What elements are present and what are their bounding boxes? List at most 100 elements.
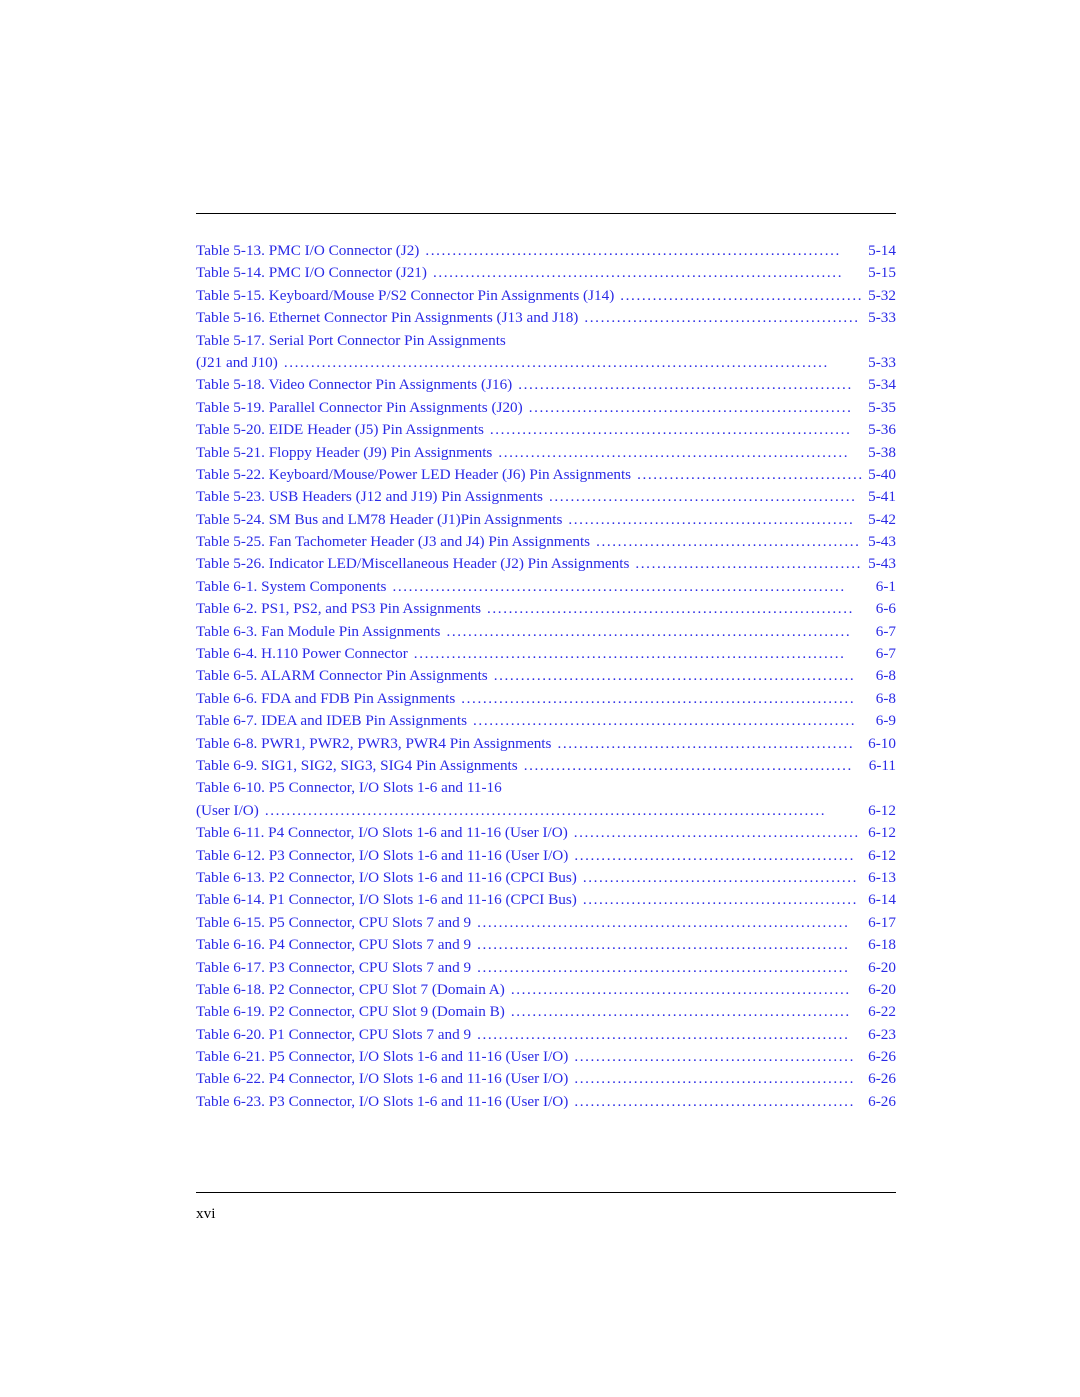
toc-leader-dots: ........................................… [635, 555, 863, 573]
toc-entry[interactable]: Table 6-9. SIG1, SIG2, SIG3, SIG4 Pin As… [196, 755, 896, 777]
toc-entry-label: Table 6-8. PWR1, PWR2, PWR3, PWR4 Pin As… [196, 734, 552, 752]
toc-entry-page-number: 6-18 [868, 936, 896, 954]
toc-leader-dots: ........................................… [574, 1048, 855, 1066]
toc-entry-label: Table 6-13. P2 Connector, I/O Slots 1-6 … [196, 868, 577, 886]
toc-entry-label: Table 5-21. Floppy Header (J9) Pin Assig… [196, 443, 493, 461]
toc-entry-page-number: 5-43 [868, 555, 896, 573]
toc-entry[interactable]: Table 6-10. P5 Connector, I/O Slots 1-6 … [196, 777, 896, 799]
toc-leader-dots: ........................................… [548, 488, 857, 506]
toc-entry-page-number: 6-9 [875, 712, 896, 730]
toc-entry-label: Table 6-2. PS1, PS2, and PS3 Pin Assignm… [196, 600, 482, 618]
toc-entry-label: Table 6-16. P4 Connector, CPU Slots 7 an… [196, 936, 472, 954]
toc-entry[interactable]: Table 5-23. USB Headers (J12 and J19) Pi… [196, 486, 896, 508]
toc-entry[interactable]: Table 5-19. Parallel Connector Pin Assig… [196, 397, 896, 419]
toc-entry[interactable]: Table 6-3. Fan Module Pin Assignments...… [196, 621, 896, 643]
toc-entry-label: Table 6-6. FDA and FDB Pin Assignments [196, 689, 456, 707]
toc-entry-page-number: 5-35 [868, 398, 896, 416]
toc-leader-dots: ........................................… [477, 958, 850, 976]
toc-leader-dots: ........................................… [584, 309, 860, 327]
toc-entry-label: Table 5-16. Ethernet Connector Pin Assig… [196, 309, 579, 327]
toc-entry-label: Table 6-22. P4 Connector, I/O Slots 1-6 … [196, 1070, 569, 1088]
toc-entry-label: Table 6-1. System Components [196, 577, 387, 595]
toc-entry-page-number: 5-36 [868, 421, 896, 439]
toc-entry[interactable]: Table 6-19. P2 Connector, CPU Slot 9 (Do… [196, 1001, 896, 1023]
toc-leader-dots: ........................................… [574, 846, 855, 864]
toc-entry[interactable]: Table 6-7. IDEA and IDEB Pin Assignments… [196, 710, 896, 732]
toc-entry-label: Table 6-3. Fan Module Pin Assignments [196, 622, 441, 640]
toc-leader-dots: ........................................… [582, 868, 859, 886]
toc-entry[interactable]: (User I/O)..............................… [196, 800, 896, 822]
toc-entry[interactable]: Table 5-15. Keyboard/Mouse P/S2 Connecto… [196, 285, 896, 307]
toc-entry-label: Table 5-23. USB Headers (J12 and J19) Pi… [196, 488, 543, 506]
toc-entry[interactable]: Table 6-12. P3 Connector, I/O Slots 1-6 … [196, 845, 896, 867]
toc-entry-page-number: 5-38 [868, 443, 896, 461]
toc-entry[interactable]: Table 5-22. Keyboard/Mouse/Power LED Hea… [196, 464, 896, 486]
page-folio: xvi [196, 1205, 216, 1222]
toc-entry-label: Table 5-20. EIDE Header (J5) Pin Assignm… [196, 421, 484, 439]
toc-entry[interactable]: Table 5-25. Fan Tachometer Header (J3 an… [196, 531, 896, 553]
toc-entry-label: Table 6-7. IDEA and IDEB Pin Assignments [196, 712, 468, 730]
toc-entry-page-number: 6-26 [868, 1092, 896, 1110]
toc-entry-label: Table 6-12. P3 Connector, I/O Slots 1-6 … [196, 846, 569, 864]
toc-leader-dots: ........................................… [432, 264, 844, 282]
toc-leader-dots: ........................................… [574, 1092, 855, 1110]
toc-entry[interactable]: Table 6-13. P2 Connector, I/O Slots 1-6 … [196, 867, 896, 889]
toc-leader-dots: ........................................… [510, 1003, 851, 1021]
toc-entry-page-number: 5-15 [868, 264, 896, 282]
toc-entry[interactable]: Table 5-26. Indicator LED/Miscellaneous … [196, 553, 896, 575]
toc-entry[interactable]: Table 6-2. PS1, PS2, and PS3 Pin Assignm… [196, 598, 896, 620]
toc-entry-page-number: 5-33 [868, 309, 896, 327]
toc-entry[interactable]: Table 6-4. H.110 Power Connector........… [196, 643, 896, 665]
toc-entry[interactable]: Table 6-16. P4 Connector, CPU Slots 7 an… [196, 934, 896, 956]
toc-entry-label: Table 5-17. Serial Port Connector Pin As… [196, 331, 506, 349]
toc-entry-page-number: 6-12 [868, 801, 896, 819]
toc-entry[interactable]: Table 6-18. P2 Connector, CPU Slot 7 (Do… [196, 979, 896, 1001]
toc-entry-label: Table 5-18. Video Connector Pin Assignme… [196, 376, 513, 394]
toc-entry[interactable]: (J21 and J10)...........................… [196, 352, 896, 374]
toc-entry-label: Table 6-14. P1 Connector, I/O Slots 1-6 … [196, 891, 577, 909]
toc-entry-label: Table 6-9. SIG1, SIG2, SIG3, SIG4 Pin As… [196, 756, 518, 774]
toc-entry[interactable]: Table 5-21. Floppy Header (J9) Pin Assig… [196, 442, 896, 464]
toc-entry-page-number: 5-32 [868, 286, 896, 304]
toc-entry[interactable]: Table 6-22. P4 Connector, I/O Slots 1-6 … [196, 1068, 896, 1090]
toc-entry[interactable]: Table 6-11. P4 Connector, I/O Slots 1-6 … [196, 822, 896, 844]
toc-entry-page-number: 6-17 [868, 913, 896, 931]
toc-leader-dots: ........................................… [283, 353, 829, 371]
toc-entry[interactable]: Table 5-18. Video Connector Pin Assignme… [196, 374, 896, 396]
toc-entry[interactable]: Table 6-14. P1 Connector, I/O Slots 1-6 … [196, 889, 896, 911]
toc-entry[interactable]: Table 5-20. EIDE Header (J5) Pin Assignm… [196, 419, 896, 441]
toc-leader-dots: ........................................… [264, 801, 827, 819]
toc-entry[interactable]: Table 6-15. P5 Connector, CPU Slots 7 an… [196, 912, 896, 934]
toc-entry[interactable]: Table 5-14. PMC I/O Connector (J21).....… [196, 262, 896, 284]
toc-leader-dots: ........................................… [510, 980, 851, 998]
toc-entry[interactable]: Table 5-24. SM Bus and LM78 Header (J1)P… [196, 509, 896, 531]
toc-leader-dots: ........................................… [489, 421, 852, 439]
toc-entry-label: Table 6-15. P5 Connector, CPU Slots 7 an… [196, 913, 472, 931]
toc-leader-dots: ........................................… [574, 1070, 855, 1088]
toc-entry-page-number: 6-1 [875, 577, 896, 595]
table-of-figures-list: Table 5-13. PMC I/O Connector (J2)......… [196, 240, 896, 1113]
toc-entry-label: Table 6-20. P1 Connector, CPU Slots 7 an… [196, 1025, 472, 1043]
toc-entry[interactable]: Table 6-8. PWR1, PWR2, PWR3, PWR4 Pin As… [196, 733, 896, 755]
toc-entry[interactable]: Table 6-5. ALARM Connector Pin Assignmen… [196, 665, 896, 687]
toc-entry-page-number: 6-13 [868, 868, 896, 886]
toc-leader-dots: ........................................… [392, 577, 846, 595]
toc-entry-page-number: 6-8 [875, 689, 896, 707]
toc-entry[interactable]: Table 5-16. Ethernet Connector Pin Assig… [196, 307, 896, 329]
toc-entry[interactable]: Table 6-20. P1 Connector, CPU Slots 7 an… [196, 1024, 896, 1046]
toc-entry[interactable]: Table 5-17. Serial Port Connector Pin As… [196, 330, 896, 352]
toc-entry-label: Table 5-26. Indicator LED/Miscellaneous … [196, 555, 630, 573]
toc-entry[interactable]: Table 5-13. PMC I/O Connector (J2)......… [196, 240, 896, 262]
toc-entry-label: (User I/O) [196, 801, 259, 819]
toc-entry[interactable]: Table 6-23. P3 Connector, I/O Slots 1-6 … [196, 1091, 896, 1113]
toc-entry-page-number: 5-40 [868, 465, 896, 483]
toc-entry-label: Table 5-14. PMC I/O Connector (J21) [196, 264, 427, 282]
toc-entry[interactable]: Table 6-17. P3 Connector, CPU Slots 7 an… [196, 957, 896, 979]
toc-entry-page-number: 6-20 [868, 980, 896, 998]
toc-entry-label: Table 6-4. H.110 Power Connector [196, 645, 408, 663]
toc-entry[interactable]: Table 6-6. FDA and FDB Pin Assignments..… [196, 688, 896, 710]
toc-leader-dots: ........................................… [518, 376, 853, 394]
toc-entry-page-number: 5-41 [868, 488, 896, 506]
toc-entry[interactable]: Table 6-21. P5 Connector, I/O Slots 1-6 … [196, 1046, 896, 1068]
toc-entry[interactable]: Table 6-1. System Components............… [196, 576, 896, 598]
